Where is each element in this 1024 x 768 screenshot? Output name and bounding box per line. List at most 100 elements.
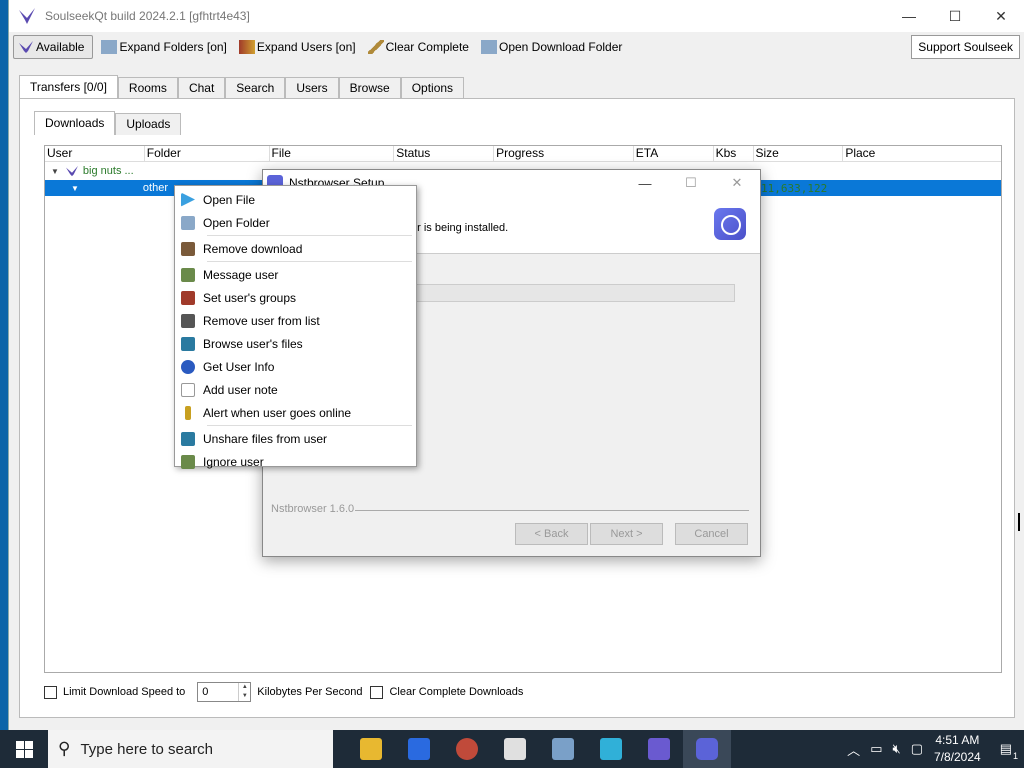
volume-muted-icon[interactable]: 🔇︎ [892,741,900,757]
minimize-button[interactable]: — [886,0,932,32]
column-file[interactable]: File [270,146,395,161]
menu-alert-online[interactable]: Alert when user goes online [175,401,416,424]
clear-complete-button[interactable]: Clear Complete [364,35,473,59]
available-button[interactable]: Available [13,35,94,59]
speed-spinbox[interactable]: 0 ▲ ▼ [197,682,252,702]
installer-subtitle: er is being installed. [411,222,509,234]
menu-separator [207,261,412,262]
support-soulseek-button[interactable]: Support Soulseek [911,35,1020,59]
clear-complete-checkbox[interactable] [370,685,384,699]
nstbrowser-icon [696,738,718,760]
tab-users[interactable]: Users [285,77,339,99]
file-explorer-app[interactable] [347,730,395,768]
menu-open-file[interactable]: Open File [175,188,416,211]
taskbar-search[interactable]: ⚲ Type here to search [48,730,333,768]
nstbrowser-logo-icon [714,208,746,240]
ignore-icon [181,454,195,469]
column-status[interactable]: Status [394,146,495,161]
menu-set-groups[interactable]: Set user's groups [175,286,416,309]
spin-arrows-icon[interactable]: ▲ ▼ [238,683,250,701]
unshare-icon [181,431,195,446]
mouse-cursor-icon [1018,513,1024,531]
gear-app-icon [456,738,478,760]
soulseek-bird-icon [19,41,33,53]
app-gear[interactable] [443,730,491,768]
menu-separator [207,425,412,426]
column-kbs[interactable]: Kbs [714,146,754,161]
start-button[interactable] [0,730,48,768]
browse-icon [181,336,195,351]
menu-unshare-files[interactable]: Unshare files from user [175,427,416,450]
tab-chat[interactable]: Chat [177,77,226,99]
column-progress[interactable]: Progress [494,146,634,161]
menu-get-user-info[interactable]: Get User Info [175,355,416,378]
limit-speed-checkbox[interactable] [44,685,57,699]
column-eta[interactable]: ETA [634,146,714,161]
folder-name: other [142,182,168,194]
menu-separator [207,235,412,236]
title-bar[interactable]: SoulseekQt build 2024.2.1 [gfhtrt4e43] —… [9,0,1024,32]
column-user[interactable]: User [45,146,145,161]
column-size[interactable]: Size [754,146,844,161]
info-icon [181,359,195,374]
menu-remove-user[interactable]: Remove user from list [175,309,416,332]
windows-logo-icon [15,740,33,758]
taskbar: ⚲ Type here to search ︿ ▭ 🔇︎ ▢ 4:51 AM 7… [0,730,1024,768]
cancel-button[interactable]: Cancel [675,523,748,545]
tab-browse[interactable]: Browse [338,77,401,99]
app-installer[interactable] [539,730,587,768]
app-download[interactable] [491,730,539,768]
app-blue-x[interactable] [395,730,443,768]
tab-rooms[interactable]: Rooms [117,77,178,99]
chevron-up-icon[interactable]: ︿ [847,740,860,759]
folder-icon [480,40,497,54]
groups-icon [181,290,195,305]
tab-downloads[interactable]: Downloads [34,111,116,135]
play-icon [181,192,195,207]
back-button[interactable]: < Back [515,523,588,545]
next-button[interactable]: Next > [590,523,663,545]
folder-icon [360,738,382,760]
app-soulseek[interactable] [635,730,683,768]
menu-browse-files[interactable]: Browse user's files [175,332,416,355]
clock[interactable]: 4:51 AM 7/8/2024 [934,732,981,766]
column-folder[interactable]: Folder [145,146,270,161]
divider [355,510,749,511]
display-icon[interactable]: ▢ [911,741,923,757]
menu-open-folder[interactable]: Open Folder [175,211,416,234]
installer-minimize-button[interactable]: — [622,170,668,196]
limit-speed-label: Limit Download Speed to [63,686,186,698]
installer-buttons: < Back Next > Cancel [515,523,748,545]
remove-user-icon [181,313,195,328]
maximize-button[interactable]: ☐ [932,0,978,32]
notifications-icon[interactable]: ▤ 1 [1000,741,1018,761]
menu-message-user[interactable]: Message user [175,263,416,286]
open-download-folder-button[interactable]: Open Download Folder [477,35,626,59]
search-placeholder: Type here to search [80,740,214,758]
clock-date: 7/8/2024 [933,750,981,764]
users-icon [238,40,255,54]
expand-arrow-icon[interactable]: ▼ [51,167,59,176]
app-w[interactable] [587,730,635,768]
tab-transfers[interactable]: Transfers [0/0] [19,75,118,99]
expand-users-button[interactable]: Expand Users [on] [235,35,360,59]
w-app-icon [600,738,622,760]
tab-uploads[interactable]: Uploads [115,113,182,135]
network-icon[interactable]: ▭ [870,741,882,757]
expand-arrow-icon[interactable]: ▼ [71,184,79,193]
installer-version: Nstbrowser 1.6.0 [271,503,355,515]
tab-options[interactable]: Options [400,77,465,99]
menu-remove-download[interactable]: Remove download [175,237,416,260]
menu-ignore-user[interactable]: Ignore user [175,450,416,473]
tab-search[interactable]: Search [225,77,286,99]
expand-folders-button[interactable]: Expand Folders [on] [97,35,230,59]
download-icon [504,738,526,760]
app-nstbrowser[interactable] [683,730,731,768]
installer-icon [552,738,574,760]
close-button[interactable]: ✕ [978,0,1024,32]
folder-icon [181,215,195,230]
column-place[interactable]: Place [843,146,1001,161]
message-icon [181,267,195,282]
menu-add-note[interactable]: Add user note [175,378,416,401]
alert-icon [185,405,191,420]
